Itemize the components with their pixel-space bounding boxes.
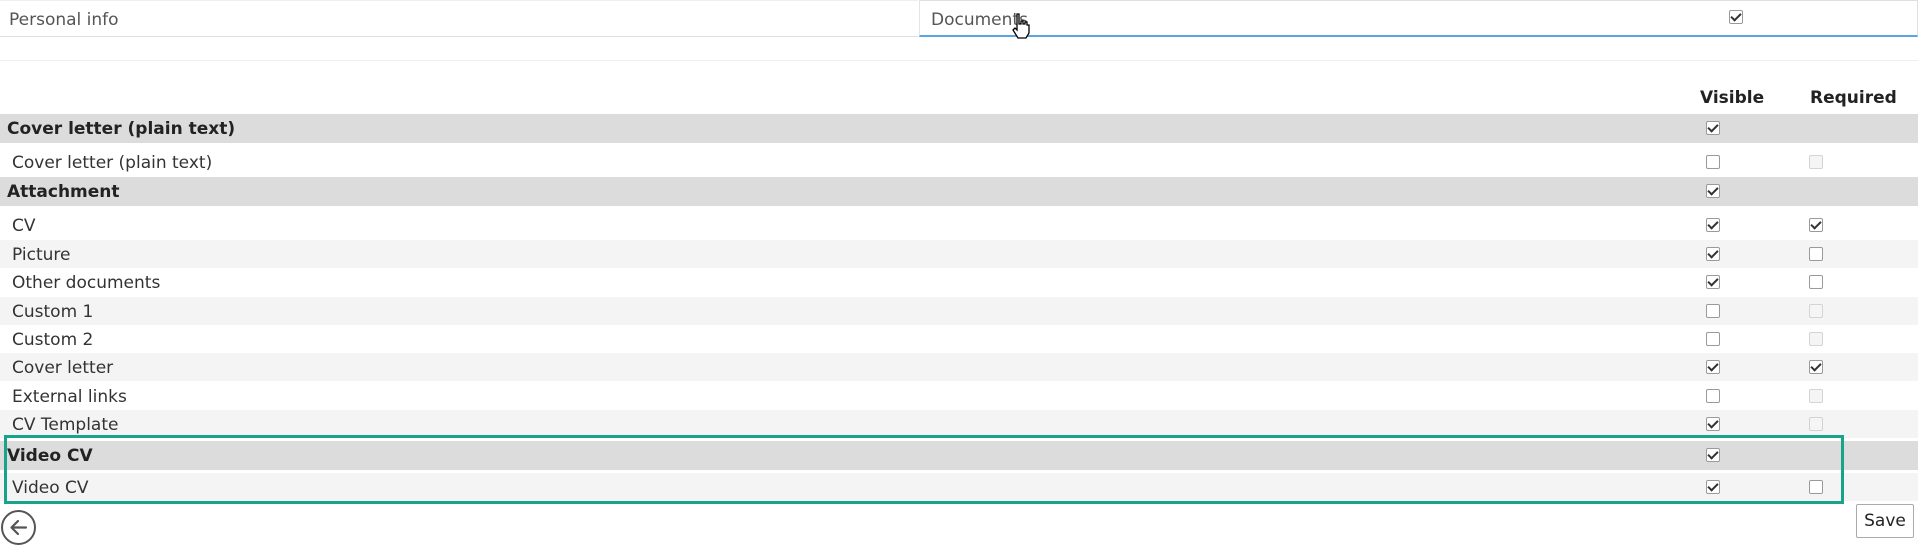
group-row: Video CV <box>0 441 1918 470</box>
required-checkbox <box>1809 417 1823 431</box>
save-button[interactable]: Save <box>1856 504 1914 538</box>
required-checkbox[interactable] <box>1809 275 1823 289</box>
group-label: Cover letter (plain text) <box>7 119 236 139</box>
visible-checkbox[interactable] <box>1706 247 1720 261</box>
required-checkbox[interactable] <box>1809 480 1823 494</box>
visible-checkbox[interactable] <box>1706 218 1720 232</box>
row-label: External links <box>12 387 127 407</box>
visible-checkbox[interactable] <box>1706 448 1720 462</box>
visible-checkbox[interactable] <box>1706 360 1720 374</box>
table-row: Video CV <box>0 473 1918 501</box>
table-row: Custom 2 <box>0 325 1918 353</box>
tab-documents[interactable]: Documents <box>919 0 1918 37</box>
row-label: CV <box>12 216 36 236</box>
table-row: Cover letter (plain text) <box>0 148 1918 176</box>
table-row: CV <box>0 211 1918 239</box>
row-label: Custom 2 <box>12 330 94 350</box>
row-label: Other documents <box>12 273 161 293</box>
row-label: Cover letter <box>12 358 114 378</box>
row-label: Custom 1 <box>12 302 94 322</box>
tab-personal-info[interactable]: Personal info <box>0 0 918 37</box>
required-checkbox[interactable] <box>1809 360 1823 374</box>
divider <box>0 60 1918 61</box>
row-label: CV Template <box>12 415 119 435</box>
table-row: Picture <box>0 240 1918 268</box>
group-label: Attachment <box>7 182 120 202</box>
visible-checkbox[interactable] <box>1706 155 1720 169</box>
group-row: Cover letter (plain text) <box>0 114 1918 143</box>
visible-checkbox[interactable] <box>1706 332 1720 346</box>
visible-checkbox[interactable] <box>1706 480 1720 494</box>
table-row: Cover letter <box>0 353 1918 381</box>
required-checkbox <box>1809 155 1823 169</box>
required-checkbox[interactable] <box>1809 218 1823 232</box>
table-row: Custom 1 <box>0 297 1918 325</box>
required-checkbox <box>1809 332 1823 346</box>
column-header-required: Required <box>1810 88 1897 108</box>
row-label: Cover letter (plain text) <box>12 153 213 173</box>
table-row: External links <box>0 382 1918 410</box>
tab-strip: Personal info Documents <box>0 0 1918 37</box>
tab-personal-info-label: Personal info <box>9 10 119 30</box>
row-label: Picture <box>12 245 71 265</box>
tab-documents-checkbox[interactable] <box>1729 10 1743 24</box>
required-checkbox <box>1809 304 1823 318</box>
hand-cursor-icon <box>1012 13 1030 39</box>
visible-checkbox[interactable] <box>1706 275 1720 289</box>
visible-checkbox[interactable] <box>1706 389 1720 403</box>
visible-checkbox[interactable] <box>1706 417 1720 431</box>
group-label: Video CV <box>7 446 93 466</box>
row-label: Video CV <box>12 478 89 498</box>
group-row: Attachment <box>0 177 1918 206</box>
visible-checkbox[interactable] <box>1706 121 1720 135</box>
table-row: CV Template <box>0 410 1918 438</box>
required-checkbox <box>1809 389 1823 403</box>
required-checkbox[interactable] <box>1809 247 1823 261</box>
back-arrow-icon[interactable] <box>0 509 37 546</box>
visible-checkbox[interactable] <box>1706 304 1720 318</box>
column-header-visible: Visible <box>1700 88 1765 108</box>
table-row: Other documents <box>0 268 1918 296</box>
visible-checkbox[interactable] <box>1706 184 1720 198</box>
